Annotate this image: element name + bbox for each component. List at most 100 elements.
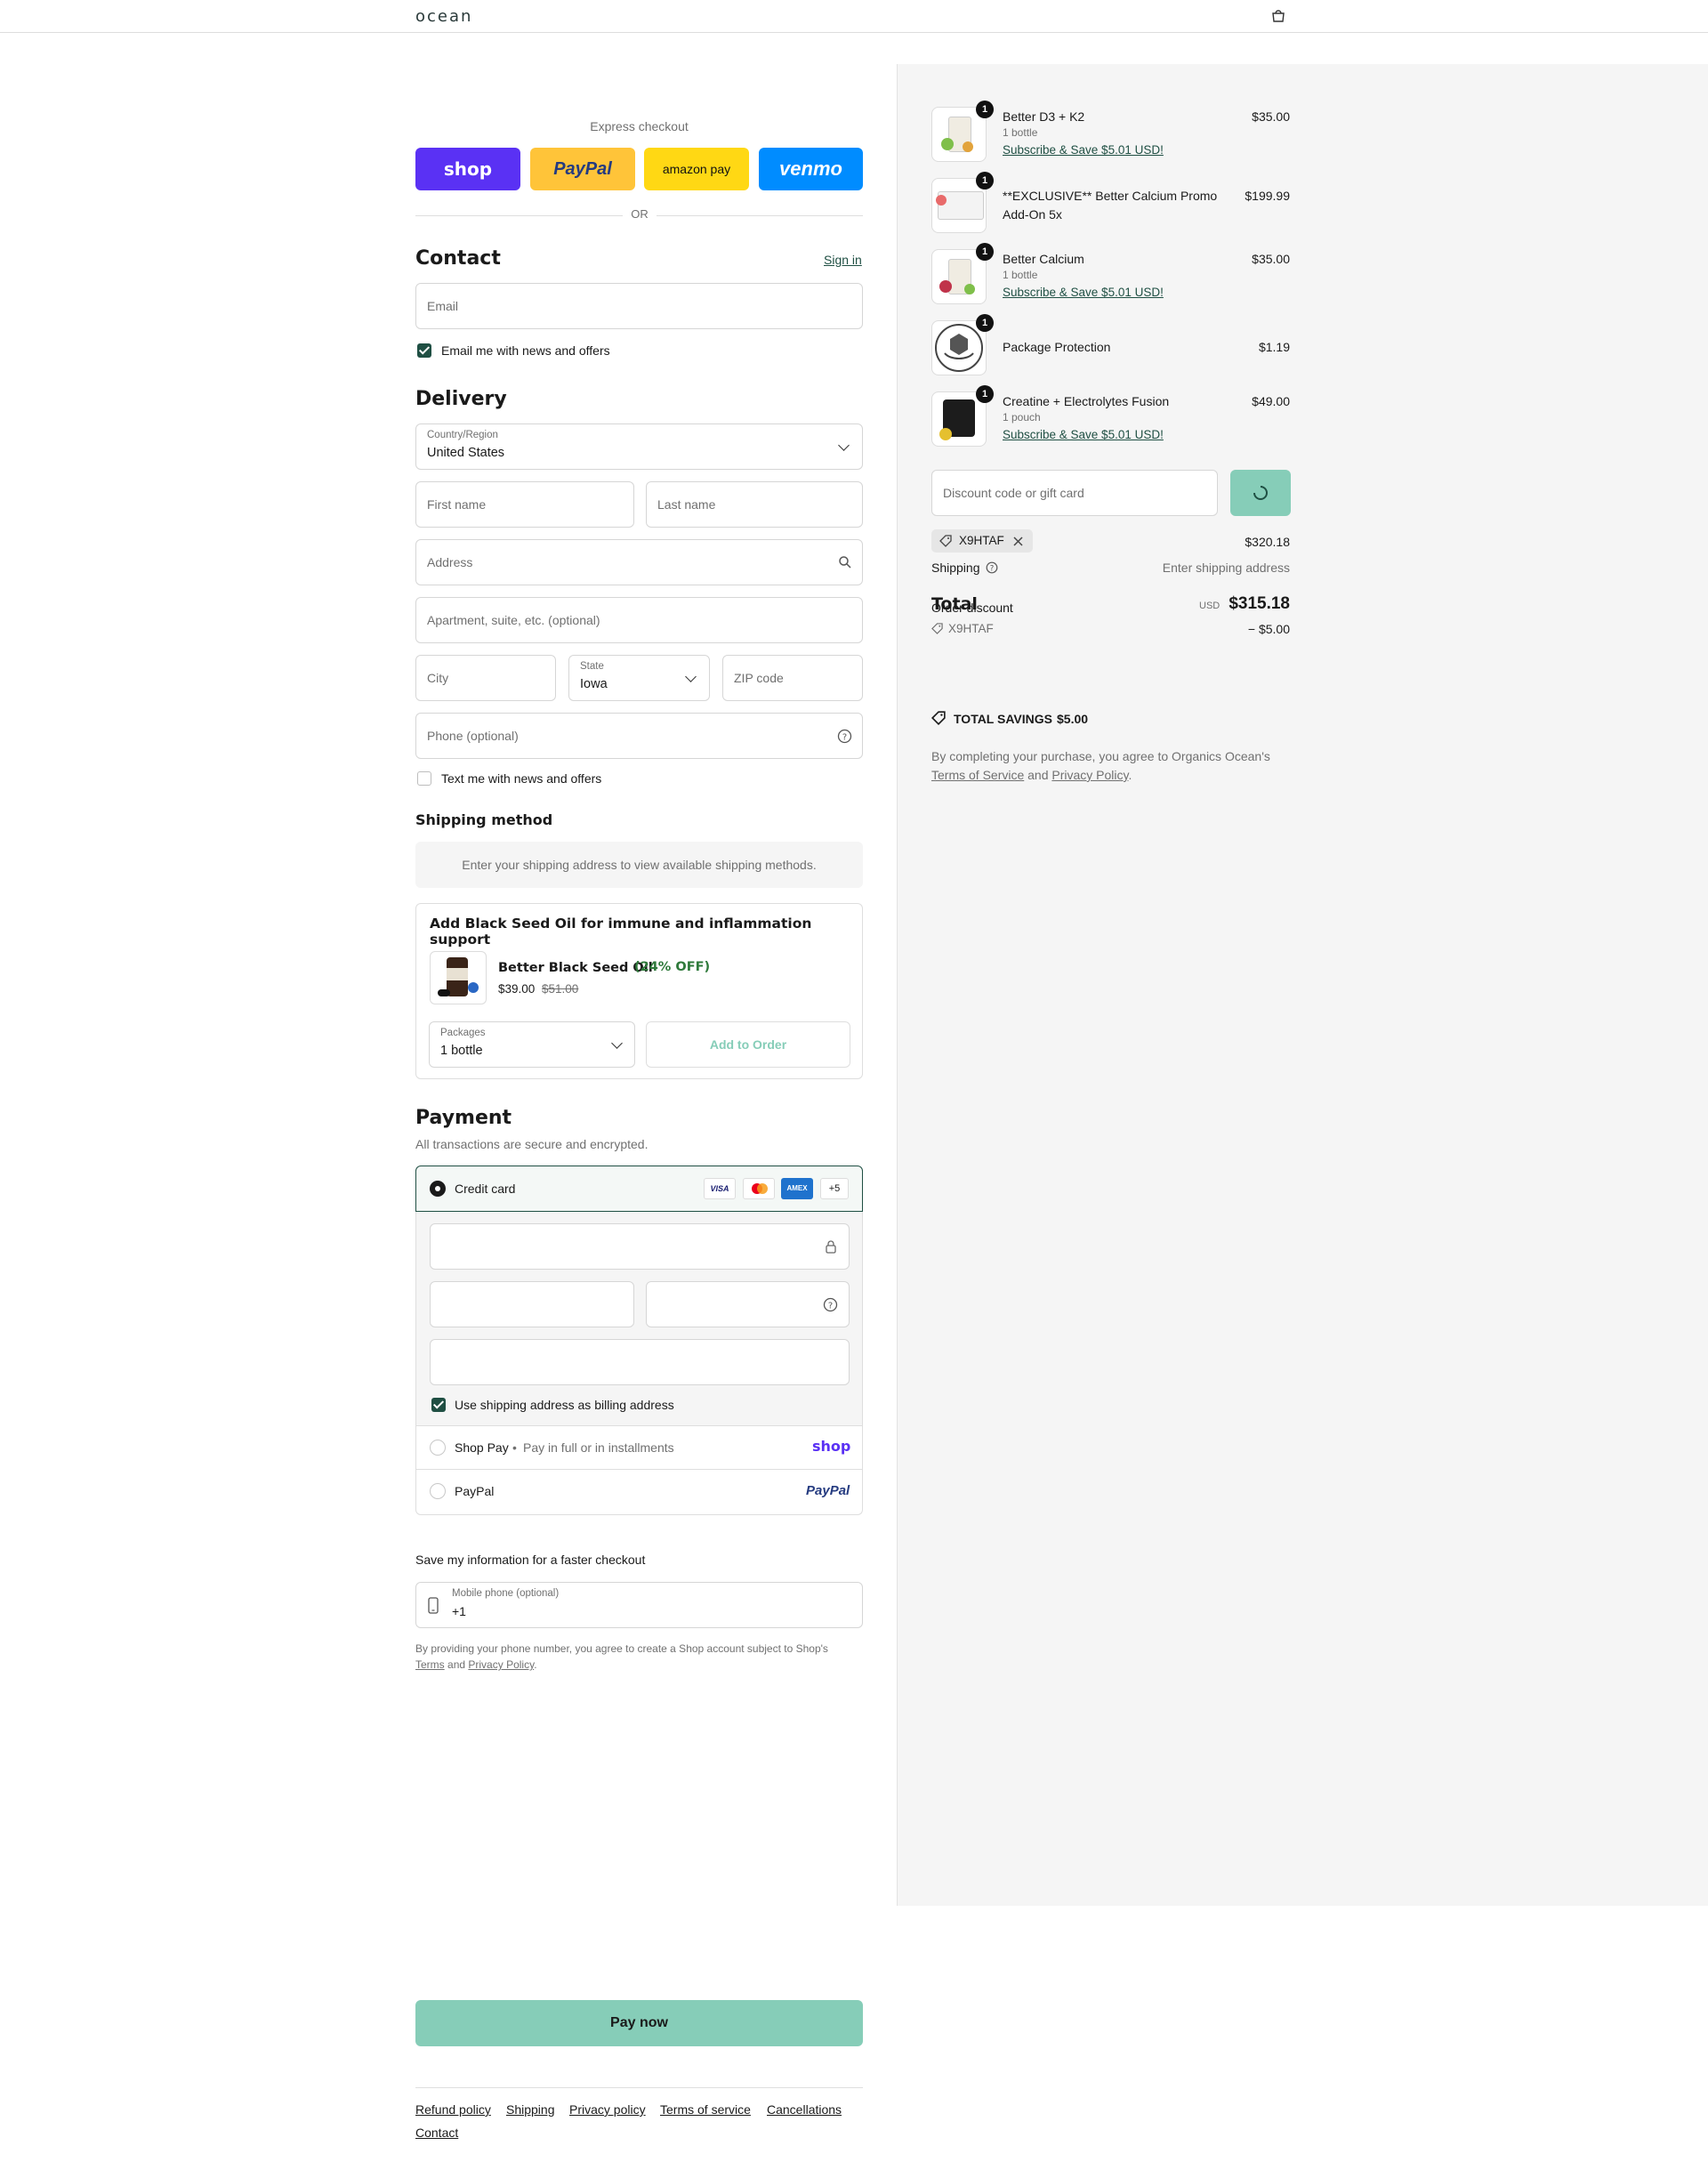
paypal-radio[interactable] xyxy=(430,1483,446,1499)
refund-policy-link[interactable]: Refund policy xyxy=(415,2102,491,2117)
shipping-method-heading: Shipping method xyxy=(415,811,553,828)
close-icon[interactable] xyxy=(1013,536,1023,546)
expiration-date-field[interactable] xyxy=(430,1281,634,1327)
country-label: Country/Region xyxy=(427,430,498,440)
total-savings-label: TOTAL SAVINGS xyxy=(954,712,1052,726)
shop-privacy-link[interactable]: Privacy Policy xyxy=(468,1658,534,1671)
paypal-logo: PayPal xyxy=(806,1483,850,1498)
card-number-field[interactable] xyxy=(430,1223,850,1270)
subscribe-link[interactable]: Subscribe & Save $5.01 USD! xyxy=(1003,143,1164,157)
subscribe-link[interactable]: Subscribe & Save $5.01 USD! xyxy=(1003,286,1164,299)
text-news-checkbox[interactable] xyxy=(417,771,431,786)
cancellations-link[interactable]: Cancellations xyxy=(767,2102,842,2117)
purchase-agreement: By completing your purchase, you agree t… xyxy=(931,747,1296,785)
packages-label: Packages xyxy=(440,1028,486,1038)
paypal-label: PayPal xyxy=(455,1484,495,1498)
shop-terms-link[interactable]: Terms xyxy=(415,1658,445,1671)
pay-now-button[interactable]: Pay now xyxy=(415,2000,863,2046)
applied-code: X9HTAF xyxy=(948,622,994,635)
amazon-pay-express-button[interactable]: amazon pay xyxy=(644,148,749,190)
discount-code-field[interactable]: Discount code or gift card xyxy=(931,470,1218,516)
billing-address-checkbox[interactable] xyxy=(431,1398,446,1412)
last-name-placeholder: Last name xyxy=(657,497,716,512)
contact-heading: Contact xyxy=(415,247,501,270)
help-icon[interactable]: ? xyxy=(837,729,852,744)
mobile-phone-value: +1 xyxy=(452,1604,466,1618)
help-icon[interactable]: ? xyxy=(986,561,998,574)
subscribe-link[interactable]: Subscribe & Save $5.01 USD! xyxy=(1003,428,1164,441)
item-price: $1.19 xyxy=(1258,340,1290,354)
period-text: . xyxy=(1128,768,1132,782)
add-to-order-button[interactable]: Add to Order xyxy=(646,1021,850,1068)
more-brands-badge: +5 xyxy=(820,1178,849,1199)
security-code-field[interactable]: ? xyxy=(646,1281,850,1327)
privacy-policy-link[interactable]: Privacy Policy xyxy=(1051,768,1128,782)
total-value: $315.18 xyxy=(1229,594,1290,613)
privacy-policy-link[interactable]: Privacy policy xyxy=(569,2102,646,2117)
city-placeholder: City xyxy=(427,671,449,685)
terms-of-service-link[interactable]: Terms of Service xyxy=(931,768,1024,782)
total-label: Total xyxy=(931,594,978,614)
paypal-option[interactable]: PayPal PayPal xyxy=(415,1470,863,1515)
item-price: $49.00 xyxy=(1252,394,1290,408)
phone-field[interactable]: Phone (optional) ? xyxy=(415,713,863,759)
upsell-price: $39.00 xyxy=(498,982,536,996)
mastercard-icon xyxy=(743,1178,775,1199)
sign-in-link[interactable]: Sign in xyxy=(824,253,862,267)
search-icon xyxy=(839,556,851,569)
email-news-label: Email me with news and offers xyxy=(441,343,610,358)
contact-link[interactable]: Contact xyxy=(415,2126,458,2140)
shop-pay-express-button[interactable]: shop xyxy=(415,148,520,190)
state-label: State xyxy=(580,661,604,672)
city-field[interactable]: City xyxy=(415,655,556,701)
store-logo[interactable]: ocean xyxy=(415,7,472,26)
amex-icon: AMEX xyxy=(781,1178,813,1199)
mobile-phone-field[interactable]: Mobile phone (optional) +1 xyxy=(415,1582,863,1628)
address-field[interactable]: Address xyxy=(415,539,863,585)
shipping-policy-link[interactable]: Shipping xyxy=(506,2102,555,2117)
terms-of-service-link[interactable]: Terms of service xyxy=(660,2102,751,2117)
discount-placeholder: Discount code or gift card xyxy=(943,486,1084,500)
zip-field[interactable]: ZIP code xyxy=(722,655,863,701)
discount-code-tag: X9HTAF xyxy=(931,529,1033,553)
shop-pay-label: Shop Pay xyxy=(455,1440,509,1455)
shop-pay-option[interactable]: Shop Pay • Pay in full or in installment… xyxy=(415,1425,863,1470)
quantity-badge: 1 xyxy=(976,314,994,332)
payment-heading: Payment xyxy=(415,1107,512,1129)
credit-card-radio[interactable] xyxy=(430,1181,446,1197)
bullet-separator: • xyxy=(512,1440,517,1455)
payment-subtitle: All transactions are secure and encrypte… xyxy=(415,1137,649,1151)
packages-select[interactable]: Packages 1 bottle xyxy=(429,1021,635,1068)
credit-card-option[interactable]: Credit card VISA AMEX +5 xyxy=(415,1166,863,1212)
zip-placeholder: ZIP code xyxy=(734,671,784,685)
upsell-card: Add Black Seed Oil for immune and inflam… xyxy=(415,903,863,1079)
paypal-express-button[interactable]: PayPal xyxy=(530,148,635,190)
country-select[interactable]: Country/Region United States xyxy=(415,424,863,470)
upsell-discount: (24% OFF) xyxy=(634,960,711,974)
upsell-product-name: Better Black Seed Oil xyxy=(498,961,653,975)
apply-discount-button[interactable] xyxy=(1230,470,1291,516)
packages-value: 1 bottle xyxy=(440,1044,483,1058)
apartment-placeholder: Apartment, suite, etc. (optional) xyxy=(427,613,600,627)
item-name: Package Protection xyxy=(1003,340,1111,354)
state-value: Iowa xyxy=(580,677,608,691)
quantity-badge: 1 xyxy=(976,172,994,190)
apartment-field[interactable]: Apartment, suite, etc. (optional) xyxy=(415,597,863,643)
last-name-field[interactable]: Last name xyxy=(646,481,863,528)
shop-pay-subtitle: Pay in full or in installments xyxy=(523,1440,674,1455)
venmo-express-button[interactable]: venmo xyxy=(759,148,863,190)
disclaimer-text: By providing your phone number, you agre… xyxy=(415,1642,828,1655)
and-text: and xyxy=(1027,768,1049,782)
help-icon[interactable]: ? xyxy=(823,1297,838,1312)
email-news-checkbox[interactable] xyxy=(417,343,431,358)
quantity-badge: 1 xyxy=(976,385,994,403)
first-name-field[interactable]: First name xyxy=(415,481,634,528)
loading-spinner-icon xyxy=(1253,486,1268,500)
state-select[interactable]: State Iowa xyxy=(568,655,710,701)
shop-pay-radio[interactable] xyxy=(430,1440,446,1456)
shopping-bag-icon[interactable] xyxy=(1270,9,1286,23)
footer-divider xyxy=(415,2087,863,2088)
item-name: Better Calcium xyxy=(1003,252,1084,266)
name-on-card-field[interactable] xyxy=(430,1339,850,1385)
email-field[interactable]: Email xyxy=(415,283,863,329)
